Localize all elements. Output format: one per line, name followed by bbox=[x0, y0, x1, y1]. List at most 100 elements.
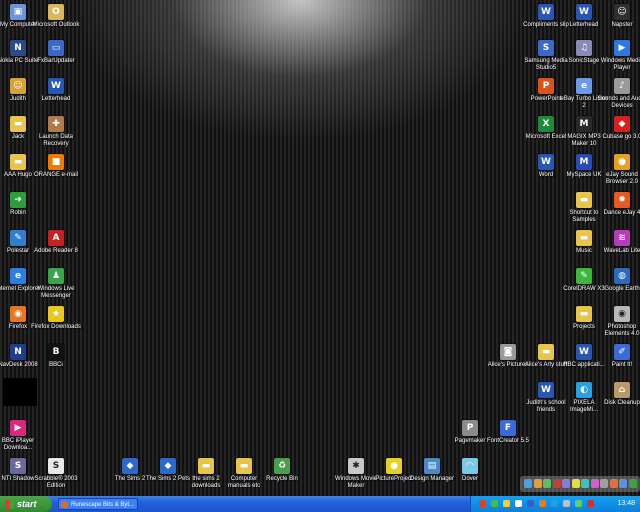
media-player-icon: ▶ bbox=[614, 40, 630, 56]
desktop-icon[interactable]: O Microsoft Outlook bbox=[31, 4, 81, 29]
myspace-icon: M bbox=[576, 154, 592, 170]
sims-icon: ◆ bbox=[160, 458, 176, 474]
desktop-icon[interactable]: ✚ Launch Data Recovery bbox=[31, 116, 81, 148]
desktop-icon[interactable]: ♪ Sounds and Audio Devices bbox=[597, 78, 640, 110]
tray-app-icon[interactable] bbox=[503, 500, 510, 507]
fontcreator-icon: F bbox=[500, 420, 516, 436]
desktop-icon[interactable]: A Adobe Reader 8 bbox=[31, 230, 81, 255]
volume-icon[interactable] bbox=[563, 500, 570, 507]
word-icon: W bbox=[538, 154, 554, 170]
desktop-icon-label: Sounds and Audio Devices bbox=[597, 96, 640, 109]
dock-app-icon[interactable] bbox=[619, 479, 627, 488]
excel-icon: X bbox=[538, 116, 554, 132]
start-button[interactable]: start bbox=[0, 496, 52, 512]
desktop-icon[interactable]: B BBCi bbox=[31, 344, 81, 369]
dock-app-icon[interactable] bbox=[581, 479, 589, 488]
desktop-icon[interactable]: ▶ Windows Media Player bbox=[597, 40, 640, 72]
dock-app-icon[interactable] bbox=[590, 479, 599, 488]
word-icon: W bbox=[576, 4, 592, 20]
folder-icon: ▬ bbox=[576, 230, 592, 246]
desktop-icon[interactable]: S Scrabble® 2003 Edition bbox=[31, 458, 81, 490]
desktop-icon[interactable]: ☺ Napster bbox=[597, 4, 640, 29]
desktop-icon[interactable]: ♟ Windows Live Messenger bbox=[31, 268, 81, 300]
clock[interactable]: 13:48 bbox=[617, 500, 635, 507]
iplayer-icon: ▶ bbox=[10, 420, 26, 436]
movie-maker-icon: ✱ bbox=[348, 458, 364, 474]
nokia-icon: N bbox=[10, 40, 26, 56]
powerpoint-icon: P bbox=[538, 78, 554, 94]
desktop-icon[interactable]: ◉ Photoshop Elements 4.0 bbox=[597, 306, 640, 338]
windows-logo-icon bbox=[5, 500, 14, 510]
nti-shadow-icon: S bbox=[10, 458, 26, 474]
design-manager-icon: ▤ bbox=[424, 458, 440, 474]
tray-app-icon[interactable] bbox=[551, 500, 558, 507]
desktop-icon-label: Google Earth bbox=[604, 286, 640, 292]
wavelab-icon: ≋ bbox=[614, 230, 630, 246]
desktop-icon[interactable]: ◠ Dover bbox=[445, 458, 495, 483]
computer-icon: ▣ bbox=[10, 4, 26, 20]
desktop-icon[interactable]: ◆ Cubase go 3.0 bbox=[597, 116, 640, 141]
word-icon: W bbox=[538, 4, 554, 20]
paint-icon: ✐ bbox=[614, 344, 630, 360]
internet-explorer-icon: e bbox=[10, 268, 26, 284]
cubase-icon: ◆ bbox=[614, 116, 630, 132]
messenger-icon: ♟ bbox=[48, 268, 64, 284]
dock-app-icon[interactable] bbox=[524, 479, 532, 488]
desktop-icon[interactable]: ≋ WaveLab Lite bbox=[597, 230, 640, 255]
security-icon[interactable] bbox=[587, 500, 594, 507]
dock-app-icon[interactable] bbox=[552, 479, 561, 488]
desktop-icon[interactable]: ◍ Google Earth bbox=[597, 268, 640, 293]
desktop-icon[interactable]: ▭ FxBarUpdater bbox=[31, 40, 81, 65]
tray-app-icon[interactable] bbox=[539, 500, 546, 507]
desktop-icon[interactable]: ▶ BBC iPlayer Downloa... bbox=[0, 420, 43, 452]
desktop-icon-label: eJay Sound Browser 2.0 bbox=[605, 172, 638, 185]
desktop-icon[interactable]: F FontCreator 5.5 bbox=[483, 420, 533, 445]
polestar-icon: ✎ bbox=[10, 230, 26, 246]
dock-app-icon[interactable] bbox=[571, 479, 580, 488]
ejay-icon: ● bbox=[614, 154, 630, 170]
desktop-icon-label: Cubase go 3.0 bbox=[602, 134, 640, 140]
dock-app-icon[interactable] bbox=[543, 479, 551, 488]
folder-icon: ▬ bbox=[538, 344, 554, 360]
pixela-icon: ◐ bbox=[576, 382, 592, 398]
dock-app-icon[interactable] bbox=[628, 479, 637, 488]
turbo-lister-icon: e bbox=[576, 78, 592, 94]
desktop-icon[interactable]: ✹ Dance eJay 4 bbox=[597, 192, 640, 217]
bbc-icon: B bbox=[48, 344, 64, 360]
sonicstage-icon: ♫ bbox=[576, 40, 592, 56]
tray-app-icon[interactable] bbox=[527, 500, 534, 507]
tray-app-icon[interactable] bbox=[515, 500, 522, 507]
desktop-icon[interactable]: ★ Firefox Downloads bbox=[31, 306, 81, 331]
google-earth-icon: ◍ bbox=[614, 268, 630, 284]
data-recovery-icon: ✚ bbox=[48, 116, 64, 132]
recycle-bin-icon: ♻ bbox=[274, 458, 290, 474]
desktop-icon-label: WaveLab Lite bbox=[603, 248, 640, 254]
dock-app-icon[interactable] bbox=[600, 479, 608, 488]
window-icon: ▭ bbox=[48, 40, 64, 56]
dock-app-icon[interactable] bbox=[562, 479, 570, 488]
dock-app-icon[interactable] bbox=[609, 479, 618, 488]
desktop-icon[interactable]: ● eJay Sound Browser 2.0 bbox=[597, 154, 640, 186]
folder-icon: ▬ bbox=[576, 192, 592, 208]
desktop-icon-label: Windows Live Messenger bbox=[37, 286, 75, 299]
desktop[interactable]: ▣ My Computer O Microsoft Outlook N Nokia PC … bbox=[0, 0, 640, 496]
desktop-icon[interactable]: ■ ORANGE e-mail bbox=[31, 154, 81, 179]
tray-app-icon[interactable] bbox=[491, 500, 498, 507]
desktop-icon[interactable]: ⌂ Disk Cleanup bbox=[597, 382, 640, 407]
desktop-icon[interactable]: ➜ Robin bbox=[0, 192, 43, 217]
desktop-icon-label: Launch Data Recovery bbox=[38, 134, 74, 147]
desktop-icon[interactable]: W Letterhead bbox=[31, 78, 81, 103]
taskbar-item-runescape[interactable]: Runescape Bits & Byt... bbox=[58, 498, 138, 510]
tray-app-icon[interactable] bbox=[479, 500, 486, 507]
desktop-icon[interactable]: ♻ Recycle Bin bbox=[257, 458, 307, 483]
desktop-icon[interactable]: ✐ Paint It! bbox=[597, 344, 640, 369]
desktop-icon-label: Microsoft Outlook bbox=[32, 22, 80, 28]
disk-cleanup-icon: ⌂ bbox=[614, 382, 630, 398]
star-icon: ★ bbox=[48, 306, 64, 322]
firefox-icon: ◉ bbox=[10, 306, 26, 322]
folder-icon: ▬ bbox=[10, 116, 26, 132]
samsung-icon: S bbox=[538, 40, 554, 56]
dock-app-icon[interactable] bbox=[533, 479, 542, 488]
network-icon[interactable] bbox=[575, 500, 582, 507]
folder-icon: ▬ bbox=[10, 154, 26, 170]
